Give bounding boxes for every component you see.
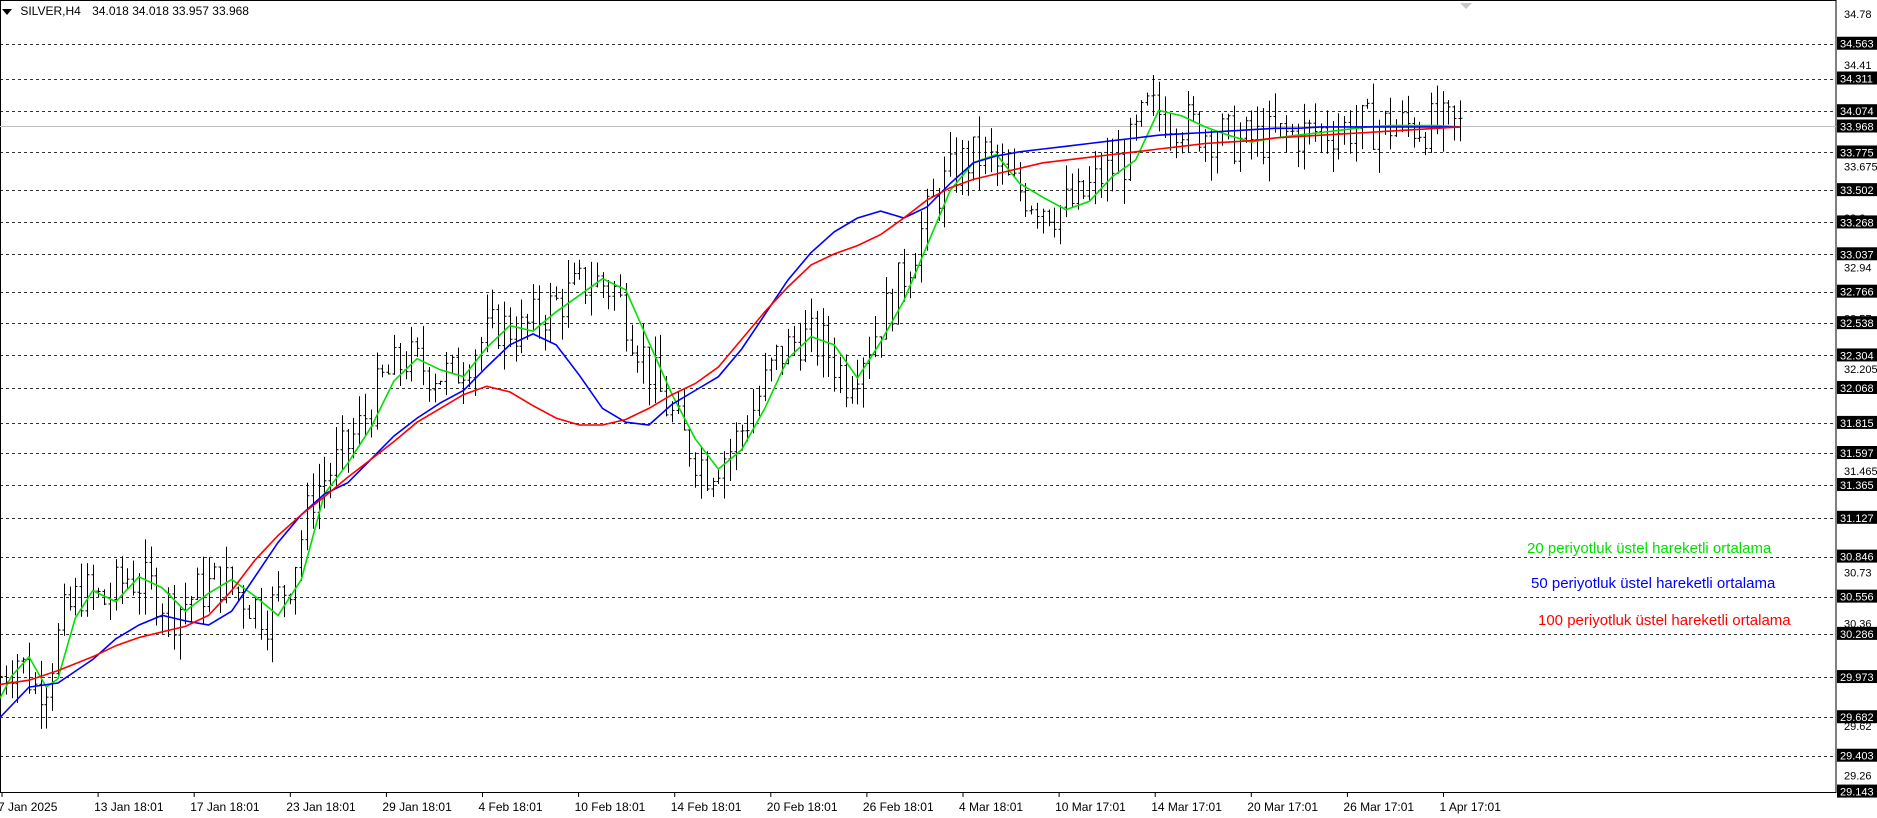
price-level-label: 34.074 <box>1840 106 1874 118</box>
plot-frame <box>0 0 1837 793</box>
axis-tick-label: 29.26 <box>1844 770 1872 782</box>
axis-tick-label: 31.465 <box>1844 466 1877 478</box>
price-level-label: 33.775 <box>1840 147 1874 159</box>
axis-tick-label: 30.73 <box>1844 568 1872 580</box>
price-chart[interactable]: 34.7834.4133.67533.332.9432.5732.20531.4… <box>0 0 1877 818</box>
x-tick-label: 29 Jan 18:01 <box>382 800 452 814</box>
price-level-label: 31.127 <box>1840 513 1874 525</box>
price-level-label: 32.304 <box>1840 350 1874 362</box>
axis-tick-label: 32.94 <box>1844 263 1872 275</box>
price-level-label: 31.597 <box>1840 448 1874 460</box>
price-level-label: 29.143 <box>1840 787 1874 799</box>
price-level-label: 31.365 <box>1840 480 1874 492</box>
price-level-label: 29.403 <box>1840 751 1874 763</box>
x-tick-label: 26 Feb 18:01 <box>863 800 934 814</box>
x-tick-label: 4 Feb 18:01 <box>479 800 543 814</box>
price-level-label: 32.068 <box>1840 383 1874 395</box>
price-level-label: 33.037 <box>1840 249 1874 261</box>
x-tick-label: 20 Feb 18:01 <box>767 800 838 814</box>
price-level-label: 32.538 <box>1840 318 1874 330</box>
chart-header: SILVER,H4 34.018 34.018 33.957 33.968 <box>2 4 249 18</box>
axis-tick-label: 32.205 <box>1844 364 1877 376</box>
legend-ema20: 20 periyotluk üstel hareketli ortalama <box>1527 540 1772 557</box>
price-level-label: 29.682 <box>1840 712 1874 724</box>
price-level-label: 34.311 <box>1840 74 1873 86</box>
x-tick-label: 17 Jan 18:01 <box>190 800 260 814</box>
x-tick-label: 4 Mar 18:01 <box>959 800 1023 814</box>
x-tick-label: 1 Apr 17:01 <box>1440 800 1502 814</box>
x-tick-label: 14 Mar 17:01 <box>1151 800 1222 814</box>
axis-tick-label: 34.41 <box>1844 60 1872 72</box>
x-tick-label: 10 Feb 18:01 <box>575 800 646 814</box>
price-level-label: 33.502 <box>1840 185 1874 197</box>
x-tick-label: 23 Jan 18:01 <box>286 800 356 814</box>
price-level-label: 32.766 <box>1840 287 1874 299</box>
price-level-label: 34.563 <box>1840 39 1874 51</box>
price-level-label: 29.973 <box>1840 672 1874 684</box>
legend-ema50: 50 periyotluk üstel hareketli ortalama <box>1531 575 1776 592</box>
dropdown-triangle-icon[interactable] <box>2 8 12 15</box>
axis-tick-label: 33.675 <box>1844 161 1877 173</box>
price-level-label: 33.268 <box>1840 217 1874 229</box>
x-tick-label: 26 Mar 17:01 <box>1343 800 1414 814</box>
x-tick-label: 10 Mar 17:01 <box>1055 800 1126 814</box>
symbol-label: SILVER,H4 <box>20 4 81 18</box>
price-level-label: 30.286 <box>1840 629 1874 641</box>
price-level-label: 30.556 <box>1840 592 1874 604</box>
axis-tick-label: 34.78 <box>1844 9 1872 21</box>
price-level-label: 30.846 <box>1840 552 1874 564</box>
x-tick-label: 20 Mar 17:01 <box>1247 800 1318 814</box>
x-tick-label: 13 Jan 18:01 <box>94 800 164 814</box>
x-tick-label: 7 Jan 2025 <box>0 800 58 814</box>
x-tick-label: 14 Feb 18:01 <box>671 800 742 814</box>
ohlc-label: 34.018 34.018 33.957 33.968 <box>92 4 249 18</box>
price-level-label: 31.815 <box>1840 418 1874 430</box>
current-price-label: 33.968 <box>1840 122 1874 134</box>
legend-ema100: 100 periyotluk üstel hareketli ortalama <box>1538 612 1791 629</box>
